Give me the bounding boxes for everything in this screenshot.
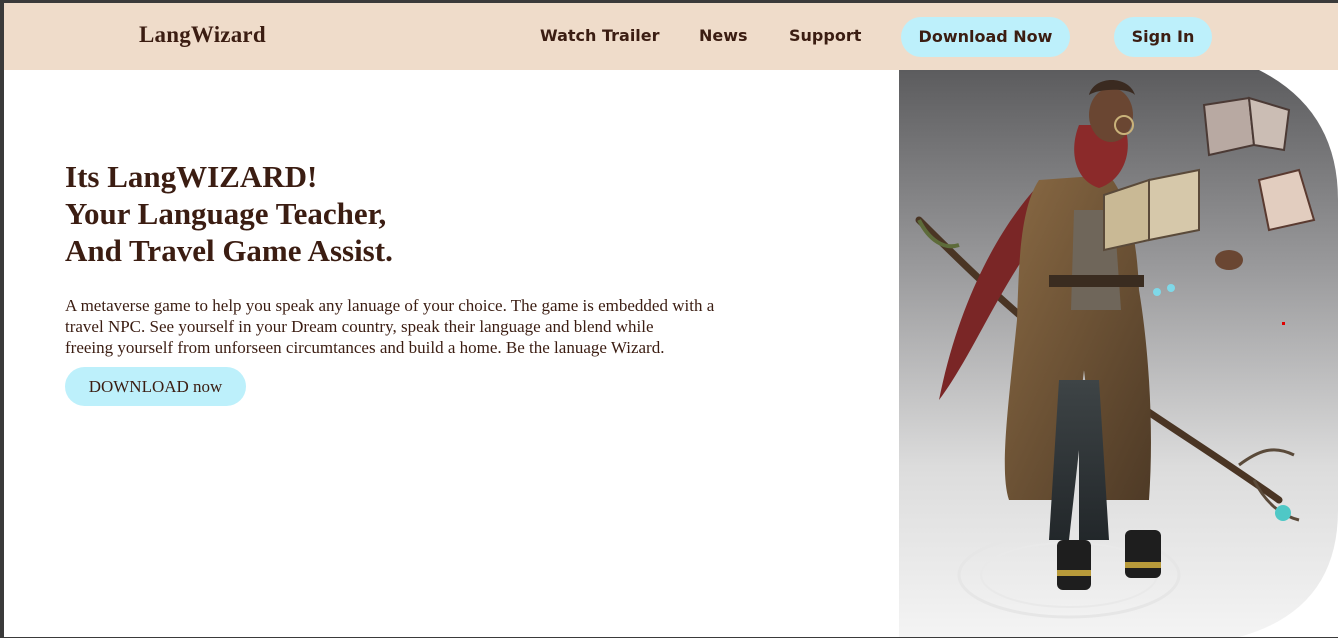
download-now-button[interactable]: Download Now [901, 17, 1070, 57]
hero-description: A metaverse game to help you speak any l… [65, 295, 765, 358]
wizard-character-image [899, 70, 1338, 637]
sign-in-button[interactable]: Sign In [1114, 17, 1212, 57]
hero-title: Its LangWIZARD! Your Language Teacher, A… [65, 158, 393, 269]
nav-link-watch-trailer[interactable]: Watch Trailer [540, 26, 660, 45]
hero-description-line-2: travel NPC. See yourself in your Dream c… [65, 317, 654, 336]
top-navbar: LangWizard Watch Trailer News Support Do… [4, 3, 1338, 70]
hero-description-line-1: A metaverse game to help you speak any l… [65, 296, 715, 315]
hero-title-line-1: Its LangWIZARD! [65, 159, 318, 194]
landing-page: LangWizard Watch Trailer News Support Do… [4, 3, 1338, 637]
red-marker-dot [1282, 322, 1285, 325]
brand-logo[interactable]: LangWizard [139, 22, 266, 48]
hero-title-line-2: Your Language Teacher, [65, 196, 387, 231]
hero-title-line-3: And Travel Game Assist. [65, 233, 393, 268]
hero-download-button[interactable]: DOWNLOAD now [65, 367, 246, 406]
nav-link-news[interactable]: News [699, 26, 748, 45]
nav-link-support[interactable]: Support [789, 26, 861, 45]
hero-description-line-3: freeing yourself from unforseen circumta… [65, 338, 665, 357]
